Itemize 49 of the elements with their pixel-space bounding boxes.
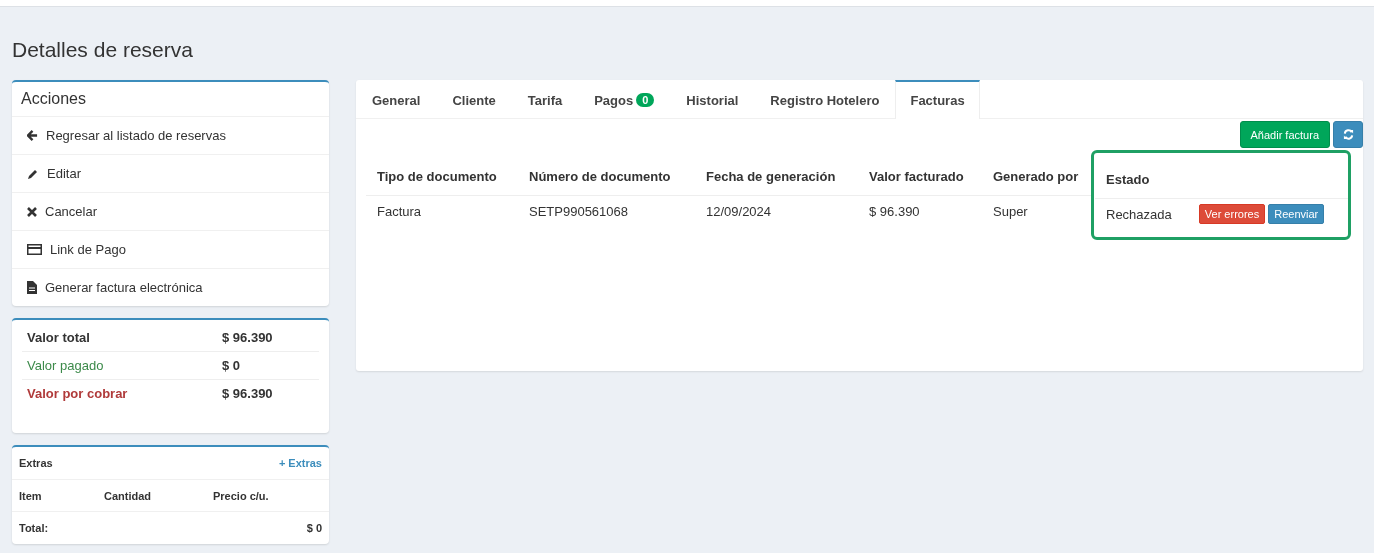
- back-arrow-icon: [27, 130, 38, 141]
- action-link[interactable]: Regresar al listado de reservas: [12, 117, 329, 155]
- count-badge: 0: [636, 93, 655, 107]
- column-header: Tipo de documento: [366, 158, 518, 196]
- column-header: Estado: [1095, 161, 1348, 199]
- tab[interactable]: General: [356, 80, 437, 118]
- credit-card-icon: [27, 244, 42, 255]
- column-header: Cantidad: [104, 489, 153, 502]
- table-cell: Super: [993, 203, 1028, 219]
- document-icon: [27, 281, 37, 294]
- pencil-icon: [27, 167, 39, 180]
- total-value: $ 0: [306, 522, 322, 534]
- column-header: Valor facturado: [858, 158, 982, 196]
- refresh-icon: [1342, 129, 1354, 140]
- table-cell: Factura: [377, 203, 422, 219]
- extras-heading: Extras: [19, 457, 53, 469]
- total-label: Total:: [19, 522, 49, 534]
- summary-label: Valor pagado: [27, 358, 105, 373]
- tab[interactable]: Registro Hotelero: [754, 80, 896, 118]
- close-icon: [27, 206, 37, 217]
- summary-value: $ 96.390: [222, 386, 273, 401]
- add-extras-link[interactable]: + Extras: [278, 457, 322, 469]
- summary-label: Valor por cobrar: [27, 386, 129, 401]
- tab[interactable]: Historial: [670, 80, 755, 118]
- column-header: Generado por: [982, 158, 1091, 196]
- table-cell: 12/09/2024: [706, 203, 772, 219]
- action-link[interactable]: Generar factura electrónica: [12, 269, 329, 306]
- tab[interactable]: Cliente: [436, 80, 512, 118]
- row-action-button[interactable]: Reenviar: [1268, 204, 1325, 224]
- tab[interactable]: Pagos 0: [578, 80, 671, 118]
- refresh-button[interactable]: [1333, 121, 1363, 148]
- tab[interactable]: Tarifa: [511, 80, 579, 118]
- column-header: Fecha de generación: [695, 158, 858, 196]
- summary-label: Valor total: [27, 330, 91, 345]
- action-link[interactable]: Editar: [12, 155, 329, 193]
- table-cell: SETP990561068: [529, 203, 629, 219]
- action-link[interactable]: Cancelar: [12, 193, 329, 231]
- actions-heading: Acciones: [12, 82, 329, 117]
- table-cell: $ 96.390: [869, 203, 920, 219]
- tab[interactable]: Facturas: [895, 80, 980, 119]
- summary-value: $ 96.390: [222, 330, 273, 345]
- column-header: Número de documento: [518, 158, 695, 196]
- table-cell: Rechazada: [1106, 206, 1172, 222]
- column-header: Item: [19, 489, 43, 502]
- summary-value: $ 0: [222, 358, 241, 373]
- column-header: Precio c/u.: [213, 489, 269, 502]
- page-title: Detalles de reserva: [12, 38, 194, 62]
- action-link[interactable]: Link de Pago: [12, 231, 329, 269]
- row-action-button[interactable]: Ver errores: [1198, 204, 1266, 224]
